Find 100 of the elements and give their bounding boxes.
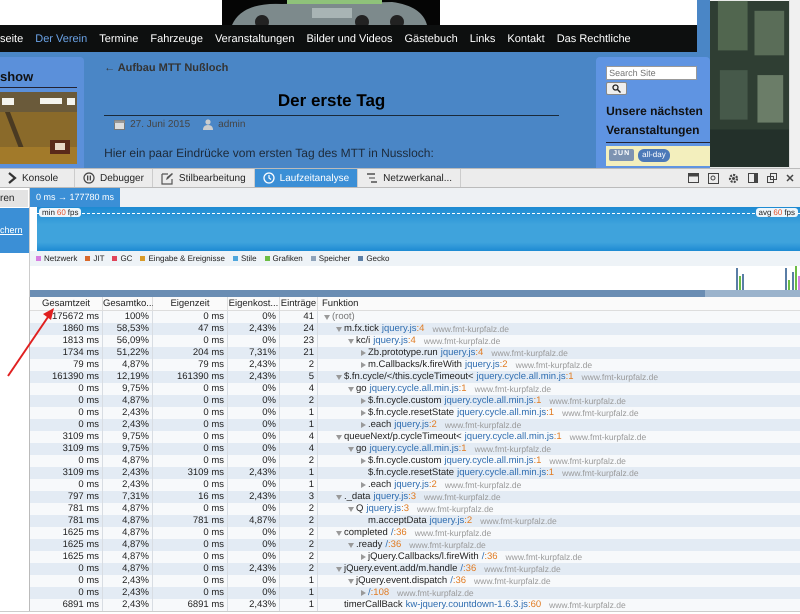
dock-icon[interactable] — [688, 173, 699, 183]
source-link[interactable]: / — [390, 527, 394, 539]
source-link[interactable]: / — [368, 587, 371, 599]
table-cell: 2,43% — [103, 479, 153, 491]
tool-tab[interactable]: Laufzeitanalyse — [254, 169, 358, 187]
source-link[interactable]: jquery.cycle.all.min.js — [457, 467, 546, 479]
column-header[interactable]: Eigenkost... — [228, 297, 280, 311]
source-link[interactable]: jquery.cycle.all.min.js — [370, 383, 459, 395]
table-cell: 4,87% — [103, 395, 153, 407]
scrollbar[interactable] — [789, 0, 800, 168]
nav-link[interactable]: Termine — [99, 32, 138, 44]
table-cell: 7,31% — [103, 491, 153, 503]
table-cell: 2 — [280, 539, 318, 551]
source-link[interactable]: jquery.js — [394, 479, 429, 491]
tool-tab[interactable]: Debugger — [75, 169, 153, 187]
table-cell: 1813 ms — [30, 335, 103, 347]
back-link[interactable]: ← Aufbau MTT Nußloch — [104, 62, 560, 74]
table-cell: 1625 ms — [30, 539, 103, 551]
column-header[interactable]: Gesamtko... — [103, 297, 153, 311]
split-icon[interactable] — [748, 173, 758, 183]
function-name: m.fx.tick — [344, 323, 379, 335]
table-cell: 0 ms — [30, 383, 103, 395]
table-cell: 9,75% — [103, 431, 153, 443]
table-cell: 0% — [228, 431, 280, 443]
table-cell: 2,43% — [228, 599, 280, 611]
nav-link[interactable]: Der Verein — [35, 32, 88, 44]
settings-icon[interactable] — [728, 172, 739, 184]
host-name: www.fmt-kurpfalz.de — [474, 443, 552, 455]
sidebar-link[interactable]: chern — [0, 208, 29, 253]
host-name: www.fmt-kurpfalz.de — [549, 455, 626, 467]
source-link[interactable]: jquery.cycle.all.min.js — [476, 371, 566, 383]
source-link[interactable]: jquery.js — [394, 419, 429, 431]
column-header[interactable]: Eigenzeit — [153, 297, 228, 311]
edit-icon — [160, 172, 174, 184]
table-cell: 1 — [280, 587, 318, 599]
source-link[interactable]: jquery.cycle.all.min.js — [370, 443, 459, 455]
table-cell: 0% — [228, 455, 280, 467]
screenshot-icon[interactable] — [708, 172, 719, 184]
source-link[interactable]: jquery.js — [382, 323, 417, 335]
table-cell: 2 — [280, 359, 318, 371]
search-field[interactable]: Search Site — [606, 66, 698, 80]
source-link[interactable]: / — [482, 551, 484, 563]
tool-tab[interactable]: Netzwerkanal... — [358, 169, 462, 187]
table-cell: 4,87% — [103, 515, 153, 527]
column-header[interactable]: Funktion — [318, 297, 800, 311]
source-link[interactable]: jquery.js — [373, 335, 408, 347]
host-name: www.fmt-kurpfalz.de — [397, 587, 474, 599]
table-cell: 3109 ms — [30, 467, 103, 479]
nav-link[interactable]: Das Rechtliche — [556, 32, 631, 44]
line-number: :108 — [370, 587, 390, 599]
table-cell: 2,43% — [228, 563, 280, 575]
source-link[interactable]: jquery.js — [430, 515, 464, 527]
close-icon[interactable] — [786, 174, 794, 182]
table-cell: 4,87% — [103, 503, 153, 515]
time-range-tab[interactable]: 0 ms → 177780 ms — [30, 188, 120, 207]
source-link[interactable]: jquery.cycle.all.min.js — [444, 395, 534, 407]
host-name: www.fmt-kurpfalz.de — [506, 551, 582, 563]
table-cell: 2,43% — [228, 491, 280, 503]
column-header[interactable]: Einträge — [280, 297, 318, 311]
search-button[interactable] — [606, 82, 628, 95]
source-link[interactable]: jquery.cycle.all.min.js — [457, 407, 546, 419]
table-cell: 2,43% — [228, 467, 280, 479]
source-link[interactable]: jquery.cycle.all.min.js — [444, 455, 534, 467]
source-link[interactable]: / — [385, 539, 388, 551]
fps-value: 60 — [56, 208, 66, 217]
nav-link[interactable]: seite — [0, 32, 24, 44]
table-cell: 0% — [228, 539, 280, 551]
nav-link[interactable]: Gästebuch — [404, 32, 458, 44]
tool-tab[interactable]: Konsole — [0, 169, 75, 187]
host-name: www.fmt-kurpfalz.de — [414, 527, 492, 539]
table-cell: 4,87% — [103, 563, 153, 575]
nav-link[interactable]: Links — [470, 32, 496, 44]
source-link[interactable]: / — [460, 563, 464, 575]
source-link[interactable]: jquery.js — [440, 347, 476, 359]
source-link[interactable]: jquery.js — [373, 491, 408, 503]
table-cell: 23 — [280, 335, 318, 347]
table-cell: 0% — [228, 335, 280, 347]
source-link[interactable]: kw-jquery.countdown-1.6.3.js — [406, 599, 528, 611]
nav-link[interactable]: Fahrzeuge — [150, 32, 203, 44]
table-cell: 4 — [280, 443, 318, 455]
source-link[interactable]: / — [450, 575, 453, 587]
source-link[interactable]: jquery.js — [464, 359, 500, 371]
line-number: :1 — [533, 455, 542, 467]
nav-link[interactable]: Veranstaltungen — [214, 32, 294, 44]
column-header[interactable]: Gesamtzeit — [30, 297, 103, 311]
line-number: :1 — [546, 467, 554, 479]
table-cell: 0% — [228, 587, 280, 599]
nav-link[interactable]: Bilder und Videos — [306, 32, 392, 44]
table-cell: 24 — [280, 323, 318, 335]
source-link[interactable]: jquery.cycle.all.min.js — [464, 431, 554, 443]
table-cell: 4,87% — [103, 539, 153, 551]
undock-icon[interactable] — [767, 173, 777, 183]
fps-unit: fps — [784, 208, 795, 217]
table-cell: 2 — [280, 503, 318, 515]
nav-link[interactable]: Kontakt — [507, 32, 545, 44]
table-cell: 2,43% — [103, 407, 153, 419]
source-link[interactable]: jquery.js — [366, 503, 402, 515]
host-name: www.fmt-kurpfalz.de — [409, 539, 486, 551]
sidebar-button[interactable]: ren — [0, 190, 28, 207]
table-cell: 781 ms — [30, 515, 103, 527]
